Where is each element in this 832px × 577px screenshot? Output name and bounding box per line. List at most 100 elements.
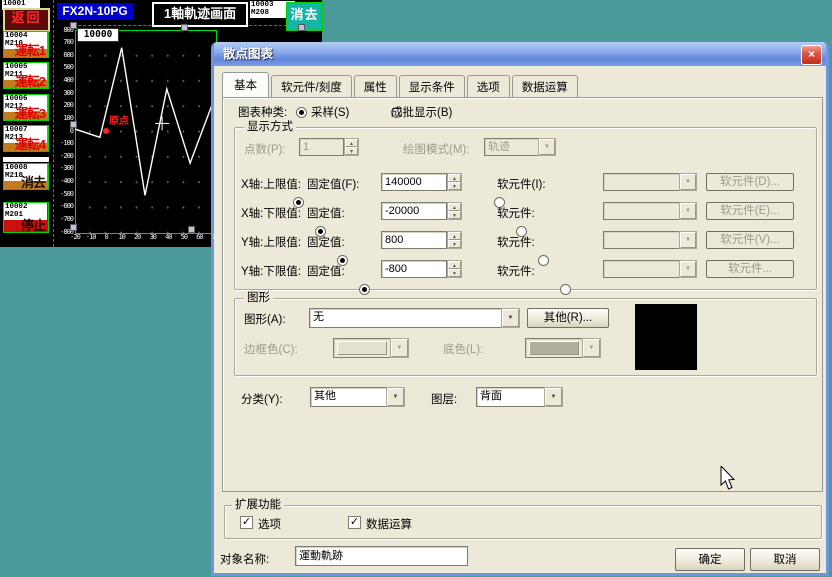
object-name-label: 对象名称:: [220, 551, 269, 567]
selection-handle[interactable]: [70, 224, 77, 231]
device-select-arrow-icon: ▼: [680, 261, 696, 277]
fixed-value-input[interactable]: -800: [381, 260, 447, 278]
points-spinner: ▲▼: [344, 138, 359, 156]
radio-fixed-value[interactable]: [359, 284, 370, 295]
checkbox-数据运算[interactable]: ✓: [348, 516, 361, 529]
screen-title: 1軸軌迹画面: [152, 2, 248, 27]
ok-button[interactable]: 确定: [675, 548, 745, 571]
y-tick-label: -500: [49, 191, 73, 198]
dialog-title: 散点图表: [214, 42, 826, 66]
y-tick-label: -400: [49, 178, 73, 185]
axis-row-label: X轴:上限值:: [241, 176, 301, 192]
y-tick-label: -300: [49, 165, 73, 172]
axis-row-label: Y轴:上限值:: [241, 234, 301, 250]
value-spinner[interactable]: ▲▼: [447, 173, 462, 191]
axis-row-label: Y轴:下限值:: [241, 263, 301, 279]
value-spinner[interactable]: ▲▼: [447, 231, 462, 249]
tab-strip: 基本软元件/刻度属性显示条件选项数据运算: [222, 72, 818, 98]
origin-label: 原点: [109, 117, 129, 127]
layer-select[interactable]: 背面: [476, 387, 545, 407]
tab-软元件/刻度[interactable]: 软元件/刻度: [271, 75, 352, 98]
device-option-label[interactable]: 软元件:: [497, 205, 535, 221]
tab-显示条件[interactable]: 显示条件: [399, 75, 465, 98]
hmi-button-運転1[interactable]: 10004 M210運転1: [3, 31, 49, 58]
selection-handle[interactable]: [181, 24, 188, 31]
close-icon[interactable]: ×: [801, 45, 822, 65]
radio-device[interactable]: [538, 255, 549, 266]
value-spinner[interactable]: ▲▼: [447, 202, 462, 220]
device-option-label[interactable]: 软元件:: [497, 234, 535, 250]
device-select-arrow-icon: ▼: [680, 174, 696, 190]
hmi-button-停止[interactable]: 10002 M201停止: [3, 202, 49, 233]
shape-select-arrow-icon[interactable]: ▼: [502, 309, 519, 327]
device-select: [603, 260, 680, 278]
device-option-label[interactable]: 软元件:: [497, 263, 535, 279]
border-color-label: 边框色(C):: [244, 341, 298, 357]
object-name-input[interactable]: 運動軌跡: [295, 546, 468, 566]
hmi-button-label: 運転2: [1, 76, 47, 88]
shape-select[interactable]: 无: [309, 308, 502, 328]
back-button[interactable]: 返回: [3, 8, 50, 32]
back-color-arrow-icon: ▼: [583, 339, 600, 357]
device-button: 软元件(D)...: [706, 173, 794, 191]
selection-handle[interactable]: [70, 121, 77, 128]
hmi-button-label: 消去: [1, 177, 47, 189]
device-option-label[interactable]: 软元件(I):: [497, 176, 546, 192]
hmi-button-label: 停止: [1, 220, 47, 232]
other-shapes-button[interactable]: 其他(R)...: [527, 308, 609, 328]
fixed-value-input[interactable]: 140000: [381, 173, 447, 191]
device-button: 软元件...: [706, 260, 794, 278]
y-tick-label: 400: [49, 77, 73, 84]
dialog-titlebar[interactable]: 散点图表 ×: [214, 42, 826, 66]
radio-batch-label[interactable]: 成批显示(B): [391, 104, 452, 120]
layer-arrow-icon[interactable]: ▼: [545, 388, 562, 406]
device-select: [603, 173, 680, 191]
hmi-button-label: 運転1: [1, 45, 47, 57]
selection-handle[interactable]: [70, 22, 77, 29]
points-input: 1: [299, 138, 344, 156]
y-tick-label: -100: [49, 140, 73, 147]
y-tick-label: 300: [49, 90, 73, 97]
hmi-button-運転4[interactable]: 10007 M213運転4: [3, 125, 49, 152]
fixed-value-input[interactable]: 800: [381, 231, 447, 249]
radio-sampling[interactable]: [296, 107, 307, 118]
tab-数据运算[interactable]: 数据运算: [512, 75, 578, 98]
category-label: 分类(Y):: [241, 391, 283, 407]
cancel-button[interactable]: 取消: [750, 548, 820, 571]
hmi-button-運転2[interactable]: 10005 M211運転2: [3, 62, 49, 89]
radio-device[interactable]: [560, 284, 571, 295]
checkbox-选项[interactable]: ✓: [240, 516, 253, 529]
trajectory-trace: [75, 30, 215, 232]
device-select-arrow-icon: ▼: [680, 232, 696, 248]
selection-handle[interactable]: [188, 226, 195, 233]
checkbox-label-数据运算[interactable]: 数据运算: [366, 516, 412, 532]
value-spinner[interactable]: ▲▼: [447, 260, 462, 278]
fixed-value-label[interactable]: 固定值:: [307, 234, 345, 250]
white-strip: [3, 157, 49, 162]
draw-mode-select: 轨迹: [484, 138, 539, 156]
category-arrow-icon[interactable]: ▼: [387, 388, 404, 406]
tab-属性[interactable]: 属性: [354, 75, 397, 98]
chart-kind-label: 图表种类:: [238, 104, 287, 120]
category-select[interactable]: 其他: [310, 387, 387, 407]
selection-handle[interactable]: [298, 24, 305, 31]
hmi-button-運転3[interactable]: 10006 M212運転3: [3, 94, 49, 121]
radio-sampling-label[interactable]: 采样(S): [311, 104, 349, 120]
scatter-chart-dialog: 散点图表 × 基本软元件/刻度属性显示条件选项数据运算 图表种类: 采样(S) …: [211, 42, 829, 576]
device-select: [603, 231, 680, 249]
fixed-value-input[interactable]: -20000: [381, 202, 447, 220]
mouse-cursor: [720, 466, 738, 492]
extend-group: [224, 505, 822, 539]
points-label: 点数(P):: [244, 141, 286, 157]
tab-基本[interactable]: 基本: [222, 72, 269, 97]
fixed-value-label[interactable]: 固定值(F):: [307, 176, 359, 192]
tab-选项[interactable]: 选项: [467, 75, 510, 98]
fixed-value-label[interactable]: 固定值:: [307, 263, 345, 279]
y-tick-label: 700: [49, 39, 73, 46]
y-tick-label: -600: [49, 203, 73, 210]
hmi-button-消去[interactable]: 10008 M218消去: [3, 163, 49, 190]
checkbox-label-选项[interactable]: 选项: [258, 516, 281, 532]
y-tick-label: 200: [49, 102, 73, 109]
fixed-value-label[interactable]: 固定值:: [307, 205, 345, 221]
plc-model-label: FX2N-10PG: [57, 3, 133, 20]
